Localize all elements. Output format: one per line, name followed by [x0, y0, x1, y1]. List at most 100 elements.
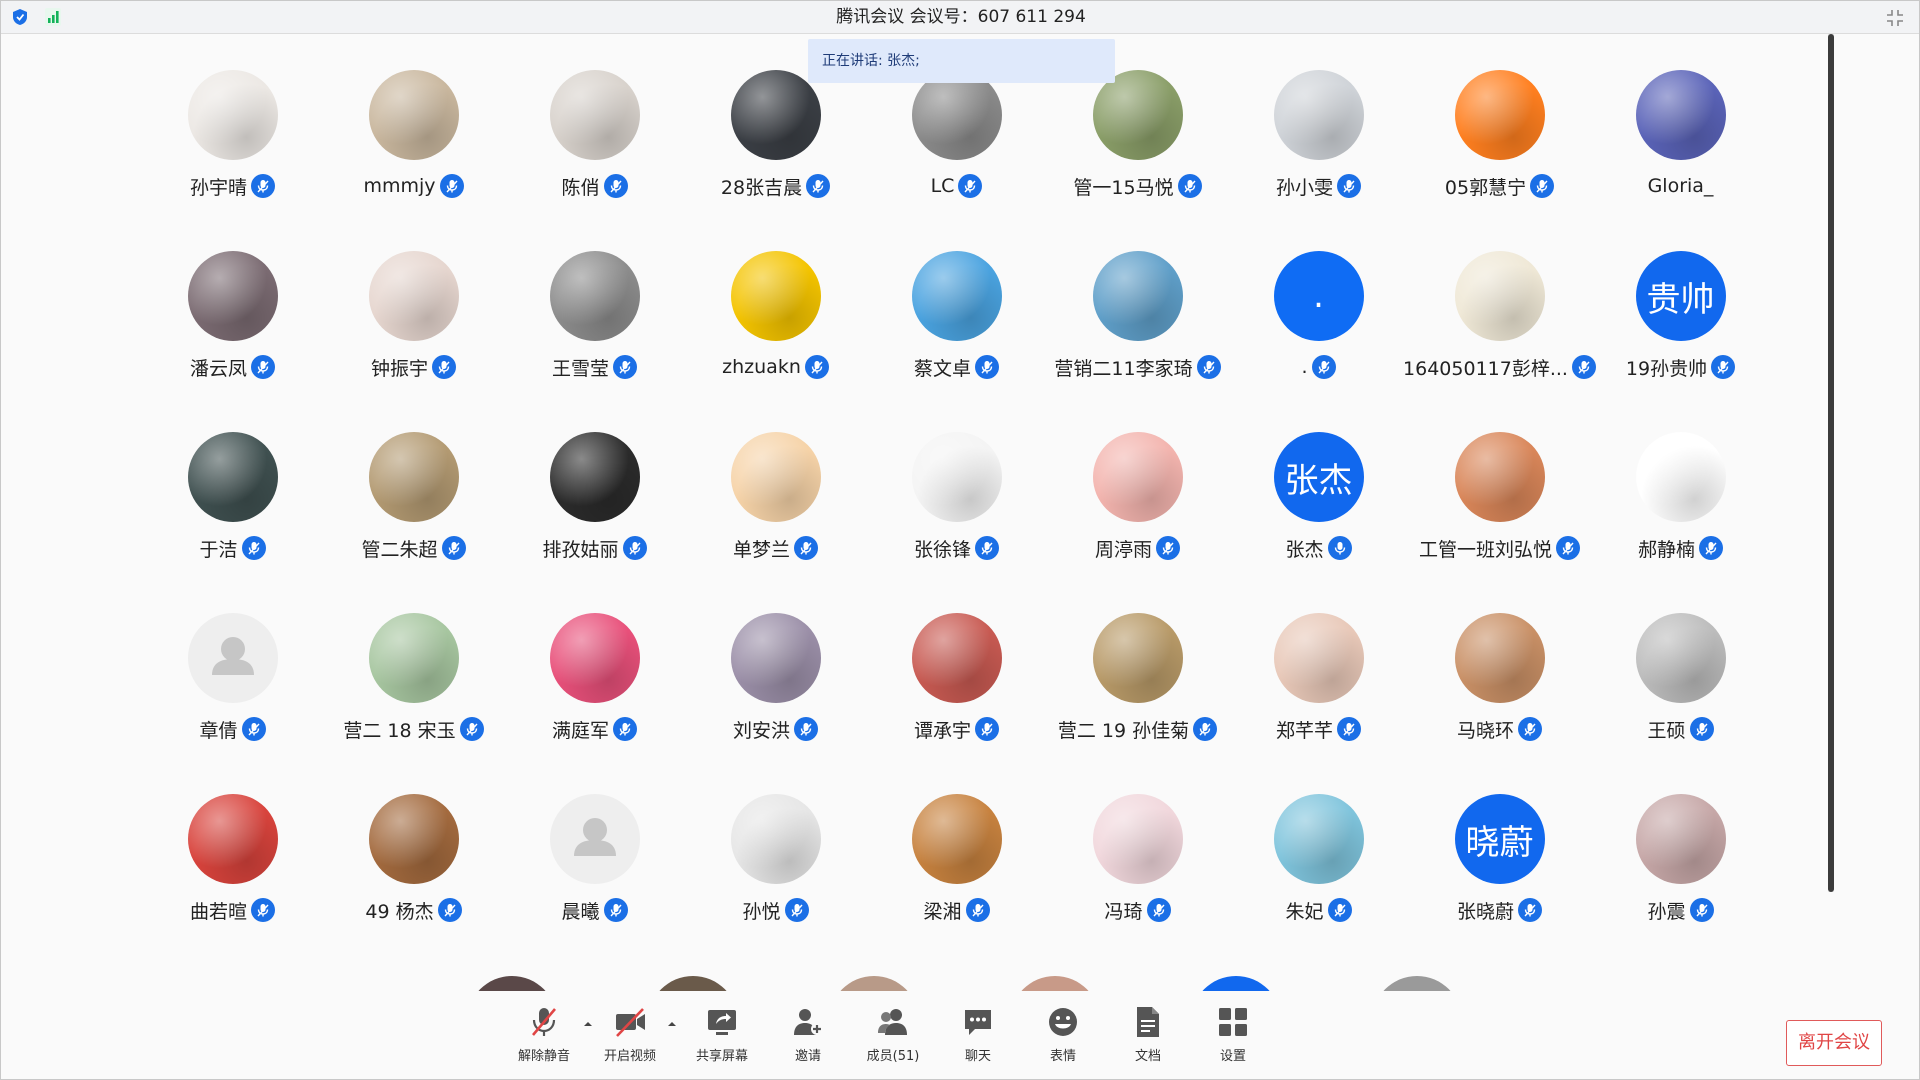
participant-avatar[interactable]: [730, 70, 821, 160]
participant-avatar[interactable]: [187, 70, 278, 160]
participant-tile[interactable]: 管二朱超: [323, 398, 504, 579]
participant-avatar[interactable]: [1635, 70, 1726, 160]
participant-tile[interactable]: 王雪莹: [504, 217, 685, 398]
participant-avatar[interactable]: [1454, 251, 1545, 341]
participant-tile[interactable]: 于洁: [142, 398, 323, 579]
participant-avatar[interactable]: [368, 70, 459, 160]
participant-avatar[interactable]: [730, 251, 821, 341]
participant-avatar[interactable]: [730, 613, 821, 703]
participant-avatar[interactable]: [1454, 613, 1545, 703]
participant-avatar[interactable]: [1635, 613, 1726, 703]
participant-tile[interactable]: 章倩: [142, 579, 323, 760]
participant-avatar[interactable]: [1273, 794, 1364, 884]
participant-tile[interactable]: 蔡文卓: [866, 217, 1047, 398]
participant-avatar[interactable]: [549, 613, 640, 703]
emoji-button[interactable]: 表情: [1026, 1001, 1100, 1071]
participant-avatar[interactable]: [187, 251, 278, 341]
documents-button[interactable]: 文档: [1111, 1001, 1185, 1071]
participant-avatar[interactable]: [911, 432, 1002, 522]
participant-tile[interactable]: 曲若暄: [142, 760, 323, 941]
share-screen-button[interactable]: 共享屏幕: [685, 1001, 759, 1071]
participant-avatar[interactable]: [1092, 794, 1183, 884]
scrollbar[interactable]: [1828, 34, 1834, 892]
participant-tile[interactable]: 冯琦: [1047, 760, 1228, 941]
participant-tile[interactable]: mmmjy: [323, 36, 504, 217]
participant-avatar[interactable]: [911, 251, 1002, 341]
participant-tile[interactable]: 张杰 张杰: [1228, 398, 1409, 579]
participant-avatar[interactable]: [368, 251, 459, 341]
participant-tile[interactable]: 满庭军: [504, 579, 685, 760]
participant-avatar[interactable]: [1454, 432, 1545, 522]
settings-button[interactable]: 设置: [1196, 1001, 1270, 1071]
participant-tile[interactable]: 郑芊芊: [1228, 579, 1409, 760]
participant-avatar[interactable]: [549, 432, 640, 522]
participant-avatar[interactable]: [1635, 432, 1726, 522]
start-video-button[interactable]: 开启视频: [593, 1001, 667, 1071]
participant-avatar[interactable]: 张杰: [1273, 432, 1364, 522]
participant-tile[interactable]: 工管一班刘弘悦: [1409, 398, 1590, 579]
participant-tile[interactable]: 排孜姑丽: [504, 398, 685, 579]
participant-avatar[interactable]: [549, 794, 640, 884]
video-options-caret-icon[interactable]: [665, 1017, 679, 1031]
participant-avatar[interactable]: [1454, 70, 1545, 160]
participant-tile[interactable]: 贵帅 19孙贵帅: [1590, 217, 1771, 398]
participant-avatar[interactable]: [730, 794, 821, 884]
participant-avatar[interactable]: [549, 251, 640, 341]
participant-tile[interactable]: 孙小雯: [1228, 36, 1409, 217]
participant-tile[interactable]: 孙震: [1590, 760, 1771, 941]
participant-avatar[interactable]: [1273, 613, 1364, 703]
participant-avatar[interactable]: [187, 613, 278, 703]
chat-button[interactable]: 聊天: [941, 1001, 1015, 1071]
participant-tile[interactable]: zhzuakn: [685, 217, 866, 398]
participant-tile[interactable]: 孙宇晴: [142, 36, 323, 217]
participant-tile[interactable]: 马晓环: [1409, 579, 1590, 760]
participant-avatar[interactable]: [1092, 70, 1183, 160]
participant-avatar[interactable]: 晓蔚: [1454, 794, 1545, 884]
participant-avatar[interactable]: [1092, 613, 1183, 703]
participant-avatar[interactable]: [1273, 70, 1364, 160]
leave-meeting-button[interactable]: 离开会议: [1786, 1020, 1882, 1066]
scrollbar-thumb[interactable]: [1828, 34, 1834, 892]
participant-tile[interactable]: 164050117彭梓...: [1403, 217, 1596, 398]
exit-fullscreen-icon[interactable]: [1885, 8, 1905, 28]
participant-tile[interactable]: 营销二11李家琦: [1047, 217, 1228, 398]
participant-avatar[interactable]: [1092, 251, 1183, 341]
participant-avatar[interactable]: [1092, 432, 1183, 522]
participant-avatar[interactable]: [368, 432, 459, 522]
unmute-button[interactable]: 解除静音: [507, 1001, 581, 1071]
participant-tile[interactable]: 谭承宇: [866, 579, 1047, 760]
participant-tile[interactable]: 晓蔚 张晓蔚: [1409, 760, 1590, 941]
participant-tile[interactable]: ..: [1228, 217, 1409, 398]
participant-tile[interactable]: 钟振宇: [323, 217, 504, 398]
participant-avatar[interactable]: [368, 613, 459, 703]
participant-avatar[interactable]: [911, 70, 1002, 160]
participant-avatar[interactable]: [187, 794, 278, 884]
participant-avatar[interactable]: [1635, 794, 1726, 884]
participant-tile[interactable]: 晨曦: [504, 760, 685, 941]
participant-tile[interactable]: 潘云凤: [142, 217, 323, 398]
participant-tile[interactable]: 陈俏: [504, 36, 685, 217]
participant-tile[interactable]: 05郭慧宁: [1409, 36, 1590, 217]
participant-tile[interactable]: 孙悦: [685, 760, 866, 941]
participant-tile[interactable]: 营二 18 宋玉: [323, 579, 504, 760]
participant-tile[interactable]: 王硕: [1590, 579, 1771, 760]
participant-tile[interactable]: 梁湘: [866, 760, 1047, 941]
members-button[interactable]: 成员(51): [856, 1001, 930, 1071]
participant-avatar[interactable]: .: [1273, 251, 1364, 341]
participant-tile[interactable]: 朱妃: [1228, 760, 1409, 941]
participant-tile[interactable]: 刘安洪: [685, 579, 866, 760]
invite-button[interactable]: 邀请: [771, 1001, 845, 1071]
participant-avatar[interactable]: [911, 794, 1002, 884]
participant-tile[interactable]: 49 杨杰: [323, 760, 504, 941]
participant-avatar[interactable]: [911, 613, 1002, 703]
participant-tile[interactable]: 单梦兰: [685, 398, 866, 579]
participant-avatar[interactable]: 贵帅: [1635, 251, 1726, 341]
participant-tile[interactable]: 营二 19 孙佳菊: [1047, 579, 1228, 760]
participant-avatar[interactable]: [549, 70, 640, 160]
participant-avatar[interactable]: [368, 794, 459, 884]
participant-tile[interactable]: 郝静楠: [1590, 398, 1771, 579]
participant-avatar[interactable]: [730, 432, 821, 522]
participant-tile[interactable]: Gloria_: [1590, 36, 1771, 217]
participant-tile[interactable]: 张徐锋: [866, 398, 1047, 579]
participant-avatar[interactable]: [187, 432, 278, 522]
